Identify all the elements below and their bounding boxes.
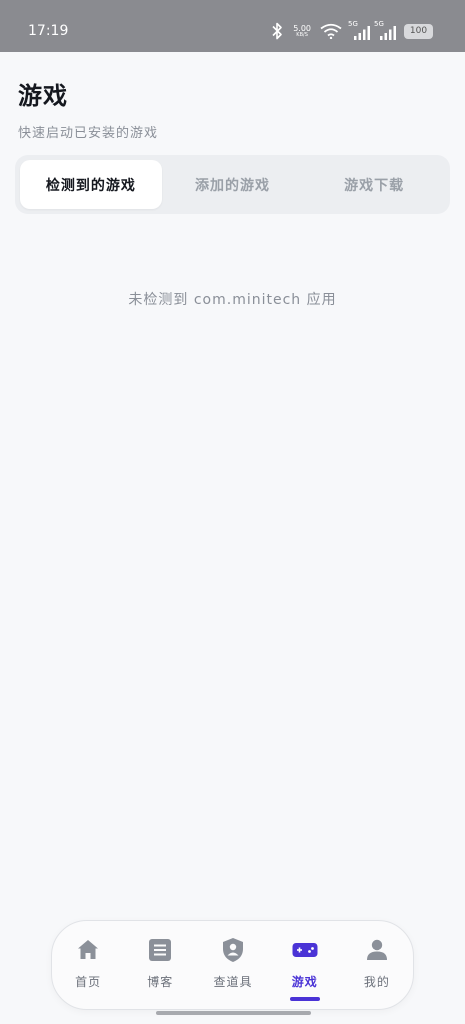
nav-item-props[interactable]: 查道具 (196, 921, 268, 1009)
shield-user-icon (222, 938, 243, 962)
gamepad-icon (292, 943, 318, 957)
bottom-nav: 首页 博客 查道具 游戏 我的 (51, 920, 414, 1010)
nav-label-blog: 博客 (147, 975, 174, 989)
nav-label-home: 首页 (75, 975, 102, 989)
empty-state-message: 未检测到 com.minitech 应用 (128, 292, 337, 308)
page-title: 游戏 (18, 82, 68, 110)
nav-item-home[interactable]: 首页 (52, 921, 124, 1009)
nav-item-games[interactable]: 游戏 (269, 921, 341, 1009)
home-gesture-bar[interactable] (156, 1011, 311, 1015)
signal-bars-icon (354, 26, 370, 40)
game-tabs: 检测到的游戏 添加的游戏 游戏下载 (15, 155, 450, 214)
status-bar: 17:19 5.00 KB/S 5G 5G 100 (0, 0, 465, 52)
screen: 17:19 5.00 KB/S 5G 5G 100 游戏 快速启动已安装的游戏 … (0, 0, 465, 1024)
battery-indicator: 100 (404, 23, 433, 39)
tab-game-downloads[interactable]: 游戏下载 (303, 160, 445, 209)
status-icons: 5.00 KB/S 5G 5G 100 (271, 19, 433, 43)
status-time: 17:19 (28, 23, 69, 39)
nav-item-blog[interactable]: 博客 (124, 921, 196, 1009)
article-icon (149, 939, 172, 961)
home-icon (78, 940, 99, 959)
network-speed: 5.00 KB/S (293, 24, 311, 38)
cell-signal-1: 5G (348, 20, 370, 40)
person-icon (366, 939, 387, 960)
net-speed-unit: KB/S (296, 31, 308, 38)
bluetooth-icon (272, 22, 282, 40)
page-subtitle: 快速启动已安装的游戏 (18, 126, 159, 141)
tab-detected-games[interactable]: 检测到的游戏 (20, 160, 162, 209)
nav-label-profile: 我的 (363, 975, 390, 989)
tab-added-games[interactable]: 添加的游戏 (162, 160, 304, 209)
nav-item-profile[interactable]: 我的 (341, 921, 413, 1009)
active-tab-indicator (289, 997, 320, 1001)
nav-label-games: 游戏 (291, 975, 318, 989)
cell-signal-2: 5G (374, 20, 396, 40)
signal-bars-icon (380, 26, 396, 40)
wifi-icon (320, 23, 342, 39)
nav-label-props: 查道具 (213, 975, 252, 989)
